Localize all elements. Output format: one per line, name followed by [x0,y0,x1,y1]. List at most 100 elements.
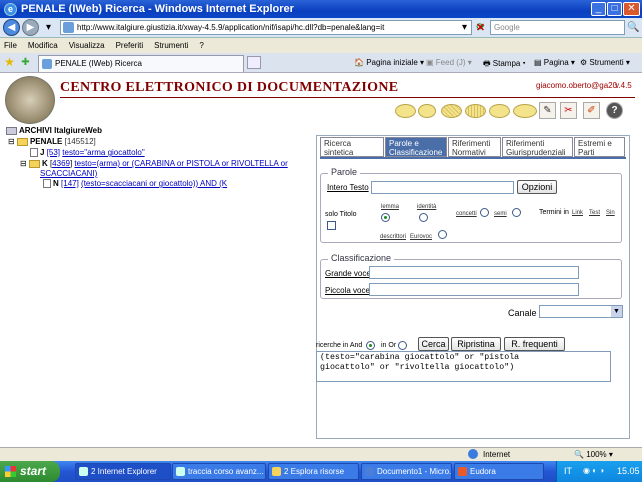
document-icon [43,179,51,189]
task-esplora-risorse[interactable]: 2 Esplora risorse [268,463,359,480]
new-tab-button[interactable] [247,56,261,69]
menu-visualizza[interactable]: Visualizza [69,41,105,50]
frequenti-button[interactable]: R. frequenti [504,337,565,351]
tree-query-k[interactable]: ⊟ K [4369] testo=(arma) or (CARABINA or … [20,159,288,168]
search-input[interactable]: Google [490,20,625,35]
or-label: in Or [381,342,397,349]
home-button[interactable]: 🏠 Pagina iniziale ▾ [354,58,424,67]
address-dropdown-icon[interactable]: ▾ [458,21,471,34]
lemma-radio[interactable] [381,213,390,222]
link-option[interactable]: Link [572,210,583,216]
favorites-star-icon[interactable]: ★ [3,56,16,69]
folder-icon [16,137,28,146]
feed-button[interactable]: ▣ Feed (J) ▾ [426,58,472,67]
tool-oval-2-icon[interactable] [418,104,436,118]
tab-underline [320,157,626,159]
start-button[interactable]: start [0,461,60,482]
task-documento1[interactable]: Documento1 - Micro... [361,463,452,480]
piccola-voce-input[interactable] [369,283,579,296]
ie-icon: e [4,2,17,16]
tool-oval-5-icon[interactable] [489,104,510,118]
opzioni-button[interactable]: Opzioni [517,180,557,194]
tree-query-j[interactable]: J [53] testo="arma giocattolo" [30,148,145,158]
intero-testo-input[interactable] [371,181,514,194]
cerca-button[interactable]: Cerca [418,337,449,351]
ie-icon [79,467,88,476]
task-eudora[interactable]: Eudora [454,463,544,480]
test-option[interactable]: Test [589,210,600,216]
system-tray: IT ◉ ◐ ◑ 15.05 [556,461,642,482]
page-icon [42,59,52,69]
sin-option[interactable]: Sin [606,210,615,216]
tool-oval-3-icon[interactable] [441,104,462,118]
search-icon[interactable]: 🔍 [627,21,640,34]
canale-select[interactable]: ▼ [539,305,623,318]
tree-query-k-cont[interactable]: SCACCIACANI) [40,169,97,178]
folder-icon [28,159,40,168]
or-radio[interactable] [398,341,407,350]
eraser-icon[interactable]: ✐ [583,102,600,119]
eurovoc-radio[interactable] [438,230,447,239]
task-internet-explorer[interactable]: 2 Internet Explorer [75,463,171,480]
tree-query-n[interactable]: N [147] (testo=scacciacani or giocattolo… [43,179,227,189]
tab-ricerca-sintetica[interactable]: Ricerca sintetica [320,137,384,157]
eudora-icon [458,467,467,476]
zoom-level[interactable]: 🔍 100% ▾ [574,450,613,459]
grande-voce-input[interactable] [369,266,579,279]
menu-strumenti[interactable]: Strumenti [154,41,188,50]
back-button[interactable]: ◀ [3,19,20,36]
tab-estremi-parti[interactable]: Estremi e Parti [574,137,625,157]
task-traccia-corso[interactable]: traccia corso avanz... [172,463,266,480]
descrittori-label: descrittori [380,234,407,240]
close-button[interactable]: ✕ [623,2,640,16]
identita-radio[interactable] [419,213,428,222]
stop-icon[interactable]: ✕ [474,22,487,35]
tab-parole-classificazione[interactable]: Parole e Classificazione [385,137,447,157]
ripristina-button[interactable]: Ripristina [451,337,501,351]
browser-tab[interactable]: PENALE (IWeb) Ricerca [38,55,244,72]
window-title-bar[interactable]: e PENALE (IWeb) Ricerca - Windows Intern… [0,0,642,18]
tree-root[interactable]: ARCHIVI ItalgiureWeb [6,126,102,135]
minimize-button[interactable]: _ [591,2,606,16]
tool-oval-4-icon[interactable] [465,104,486,118]
concetti-radio[interactable] [480,208,489,217]
language-indicator[interactable]: IT [564,466,572,476]
republic-emblem-logo [5,76,55,124]
and-radio[interactable] [366,341,375,350]
status-bar: Internet 🔍 100% ▾ [0,447,642,461]
address-toolbar: ◀ ▶ ▾ http://www.italgiure.giustizia.it/… [0,18,642,38]
user-name: giacomo.oberto@ga20 [536,81,618,90]
print-button[interactable]: 🖶 Stampa ▾ [483,58,526,72]
page-menu-button[interactable]: ▤ Pagina ▾ [534,58,575,67]
chevron-down-icon[interactable]: ▼ [611,306,622,317]
maximize-button[interactable]: □ [607,2,622,16]
tool-oval-6-icon[interactable] [513,104,537,118]
semi-radio[interactable] [512,208,521,217]
clock: 15.05 [617,466,640,476]
help-icon[interactable]: ? [606,102,623,119]
query-textarea[interactable]: (testo="carabina giocattolo" or "pistola… [316,351,611,382]
menu-modifica[interactable]: Modifica [28,41,58,50]
address-input[interactable]: http://www.italgiure.giustizia.it/xway-4… [60,20,472,35]
tools-menu-button[interactable]: ⚙ Strumenti ▾ [580,58,630,67]
tools-icon[interactable]: ✎ [539,102,556,119]
menu-file[interactable]: File [4,41,17,50]
menu-preferiti[interactable]: Preferiti [116,41,144,50]
history-dropdown-icon[interactable]: ▾ [42,21,55,34]
menu-help[interactable]: ? [199,41,203,50]
window-title: PENALE (IWeb) Ricerca - Windows Internet… [21,3,294,15]
add-favorite-icon[interactable]: ✚ [19,56,32,69]
tab-riferimenti-giurisprudenziali[interactable]: Riferimenti Giurisprudenziali [502,137,573,157]
document-icon [30,148,38,158]
parole-legend: Parole [328,167,361,177]
termini-in-label: Termini in [539,209,569,216]
solo-titolo-checkbox[interactable] [327,221,336,230]
classificazione-legend: Classificazione [328,253,395,263]
forward-button[interactable]: ▶ [22,19,39,36]
tree-archive-penale[interactable]: ⊟ PENALE [145512] [8,137,96,146]
menu-bar: File Modifica Visualizza Preferiti Strum… [0,38,642,53]
tab-riferimenti-normativi[interactable]: Riferimenti Normativi [448,137,501,157]
tool-oval-1-icon[interactable] [395,104,416,118]
zone-label: Internet [483,450,511,459]
scissors-icon[interactable]: ✂ [560,102,577,119]
